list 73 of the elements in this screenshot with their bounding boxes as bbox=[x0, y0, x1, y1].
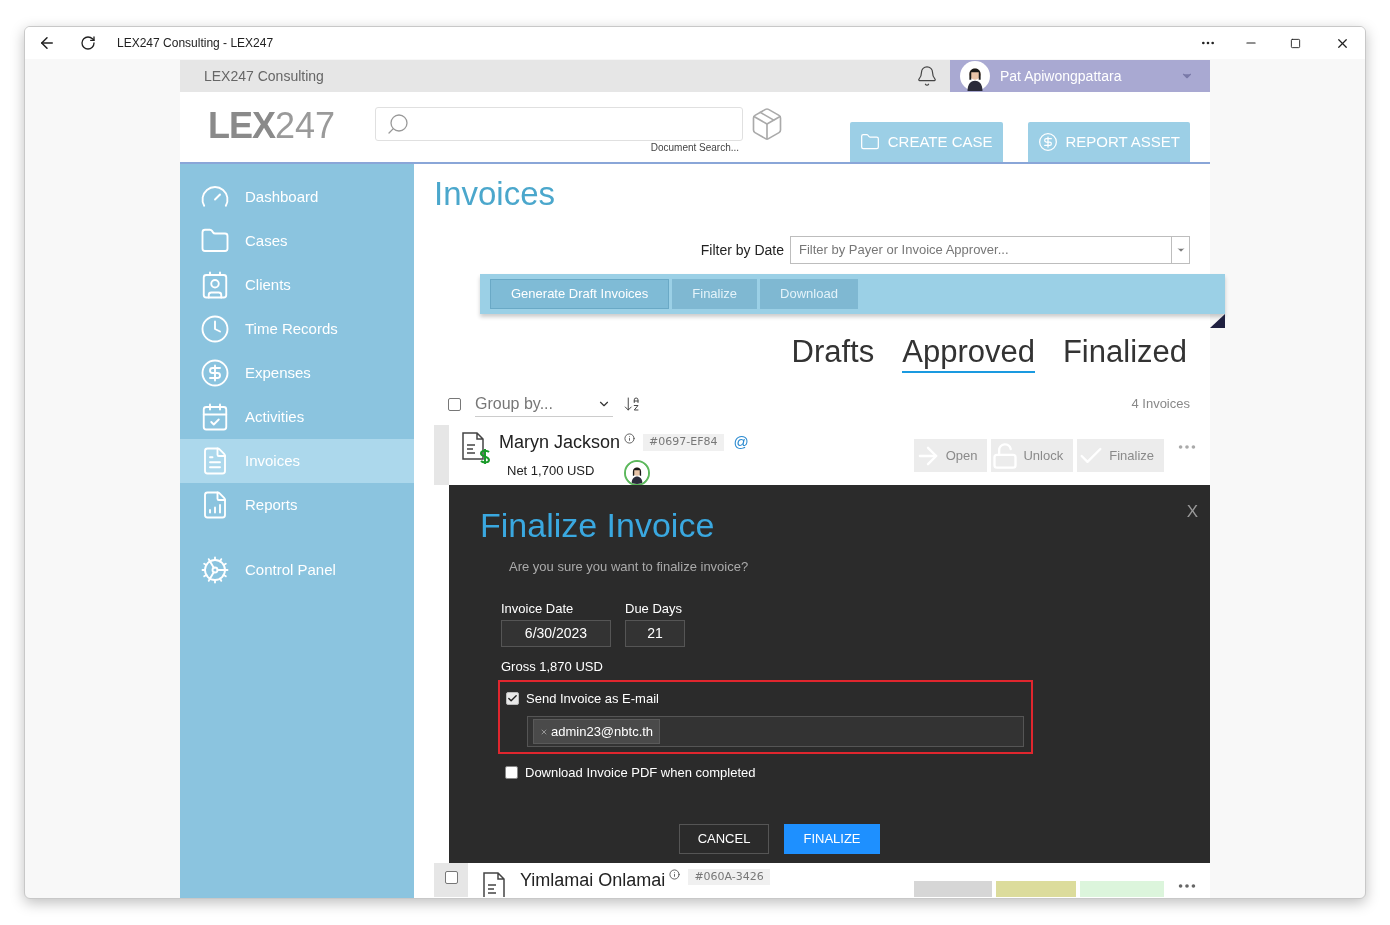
remove-icon[interactable] bbox=[540, 727, 548, 736]
refresh-icon[interactable] bbox=[80, 35, 96, 51]
logo: LEX247 bbox=[208, 106, 336, 146]
org-name: LEX247 Consulting bbox=[204, 66, 324, 86]
clock-icon bbox=[200, 314, 230, 344]
gross-amount: Gross 1,870 USD bbox=[501, 658, 604, 676]
field-label: Invoice Date bbox=[501, 599, 575, 618]
group-by-dropdown[interactable]: Group by... bbox=[475, 391, 613, 417]
input-field[interactable]: 21 bbox=[625, 620, 685, 647]
back-icon[interactable] bbox=[38, 34, 56, 52]
status-tab[interactable]: Approved bbox=[902, 334, 1035, 373]
toolbar-button[interactable]: Generate Draft Invoices bbox=[490, 279, 670, 309]
header-button[interactable]: CREATE CASE bbox=[849, 122, 1003, 162]
invoice-document-icon bbox=[461, 431, 491, 465]
sidebar-item[interactable]: Invoices bbox=[180, 439, 414, 483]
sidebar-item[interactable]: Time Records bbox=[180, 307, 414, 351]
user-menu[interactable]: Pat Apiwongpattara bbox=[950, 60, 1210, 92]
window-title: LEX247 Consulting - LEX247 bbox=[117, 35, 274, 52]
checkbox[interactable] bbox=[505, 765, 518, 779]
email-mark[interactable]: @ bbox=[733, 431, 749, 454]
net-amount: Net 1,700 USD bbox=[507, 462, 595, 481]
row-action-button[interactable]: Finalize bbox=[1077, 439, 1164, 472]
sidebar-item[interactable]: Clients bbox=[180, 263, 414, 307]
header-button[interactable]: REPORT ASSET bbox=[1027, 122, 1190, 162]
page-title: Invoices bbox=[434, 174, 557, 214]
client-name: Yimlamai Onlamai bbox=[520, 869, 666, 892]
checkbox[interactable] bbox=[506, 691, 519, 705]
corner-fold-icon bbox=[1210, 314, 1225, 328]
dialog-message: Are you sure you want to finalize invoice? bbox=[509, 558, 750, 576]
row-stripe bbox=[434, 425, 449, 485]
info-icon[interactable] bbox=[669, 869, 681, 880]
status-tab[interactable]: Drafts bbox=[791, 334, 875, 373]
sidebar-item[interactable]: Cases bbox=[180, 219, 414, 263]
checkbox-label: Download Invoice PDF when completed bbox=[525, 763, 756, 782]
sort-icon[interactable] bbox=[623, 395, 641, 413]
contact-card-icon bbox=[200, 270, 230, 300]
email-field[interactable]: admin23@nbtc.th bbox=[527, 716, 1024, 747]
search-field[interactable] bbox=[375, 107, 744, 141]
folder-icon bbox=[859, 132, 880, 152]
sidebar-item[interactable]: Expenses bbox=[180, 351, 414, 395]
checkbox[interactable] bbox=[448, 397, 461, 411]
finalize-button[interactable]: FINALIZE bbox=[784, 824, 880, 854]
dollar-icon bbox=[1037, 132, 1058, 152]
checkbox-label: Send Invoice as E-mail bbox=[526, 689, 659, 708]
invoice-id: #0697-EF84 bbox=[643, 434, 724, 451]
invoice-count: 4 Invoices bbox=[1131, 395, 1190, 414]
dollar-icon bbox=[200, 358, 230, 388]
notification-icon[interactable] bbox=[916, 65, 938, 87]
row-action-button[interactable]: Unlock bbox=[991, 439, 1074, 472]
field-label: Due Days bbox=[625, 599, 684, 618]
info-icon[interactable] bbox=[624, 433, 636, 444]
dialog-title: Finalize Invoice bbox=[480, 505, 715, 545]
search-caption: Document Search... bbox=[650, 141, 740, 155]
row-action-button[interactable]: Open bbox=[913, 439, 988, 472]
filter-label: Filter by Date bbox=[700, 240, 784, 260]
sidebar-item[interactable]: Dashboard bbox=[180, 175, 414, 219]
caret-icon bbox=[1175, 245, 1186, 255]
email-tag[interactable]: admin23@nbtc.th bbox=[533, 719, 661, 744]
maximize-icon[interactable] bbox=[1290, 37, 1301, 49]
client-name: Maryn Jackson bbox=[499, 431, 621, 454]
sidebar-item[interactable]: Activities bbox=[180, 395, 414, 439]
sidebar-item[interactable]: Reports bbox=[180, 483, 414, 527]
invoice-id: #060A-3426 bbox=[688, 869, 770, 885]
cancel-button[interactable]: CANCEL bbox=[679, 824, 769, 854]
gears-icon bbox=[200, 555, 230, 585]
filter-dropdown[interactable]: Filter by Payer or Invoice Approver... bbox=[790, 236, 1190, 264]
input-field[interactable]: 6/30/2023 bbox=[501, 620, 611, 647]
status-tab[interactable]: Finalized bbox=[1062, 334, 1187, 373]
search-icon bbox=[386, 112, 411, 136]
calendar-icon bbox=[200, 402, 230, 432]
checkbox[interactable] bbox=[444, 871, 458, 884]
sidebar-item[interactable]: Control Panel bbox=[180, 548, 414, 592]
dialog-close[interactable]: X bbox=[1186, 499, 1198, 525]
